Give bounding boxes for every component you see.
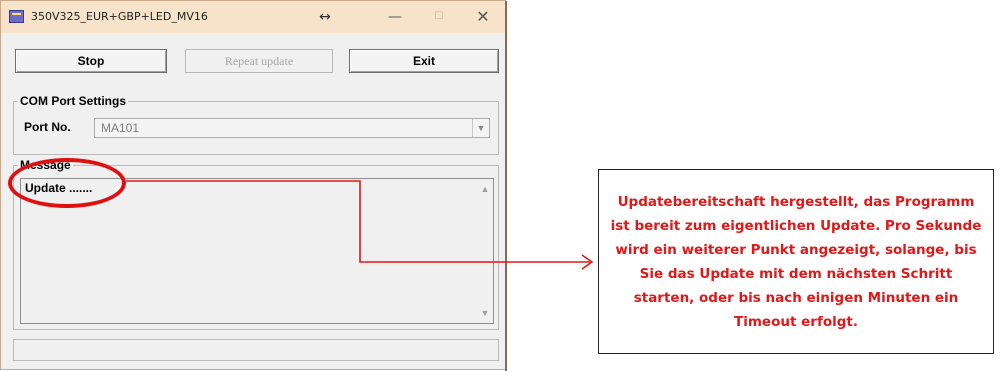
scroll-down-icon[interactable]: ▼ xyxy=(477,305,493,321)
port-no-value: MA101 xyxy=(101,121,140,135)
resize-icon[interactable]: ↔ xyxy=(311,7,339,27)
status-bar xyxy=(13,339,499,361)
chevron-down-icon[interactable]: ▼ xyxy=(472,119,489,137)
com-port-settings-group: COM Port Settings Port No. MA101 ▼ xyxy=(13,94,499,155)
scroll-up-icon[interactable]: ▲ xyxy=(477,181,493,197)
callout-box: Updatebereitschaft hergestellt, das Prog… xyxy=(598,169,994,354)
maximize-button[interactable]: ☐ xyxy=(425,7,453,27)
port-no-label: Port No. xyxy=(24,120,71,134)
app-icon xyxy=(9,10,24,23)
window-edge xyxy=(505,1,507,371)
title-bar[interactable]: 350V325_EUR+GBP+LED_MV16 ↔ — ☐ ✕ xyxy=(1,1,505,33)
callout-text: Updatebereitschaft hergestellt, das Prog… xyxy=(610,193,982,330)
window-title: 350V325_EUR+GBP+LED_MV16 xyxy=(31,10,208,23)
minimize-button[interactable]: — xyxy=(381,7,409,27)
exit-button[interactable]: Exit xyxy=(349,49,499,73)
com-port-settings-label: COM Port Settings xyxy=(18,94,129,108)
port-no-select[interactable]: MA101 ▼ xyxy=(94,118,490,138)
close-button[interactable]: ✕ xyxy=(469,7,497,27)
repeat-update-button[interactable]: Repeat update xyxy=(185,49,333,73)
stop-button[interactable]: Stop xyxy=(15,49,167,73)
highlight-ellipse xyxy=(8,158,126,208)
message-scrollbar[interactable]: ▲ ▼ xyxy=(477,179,493,323)
